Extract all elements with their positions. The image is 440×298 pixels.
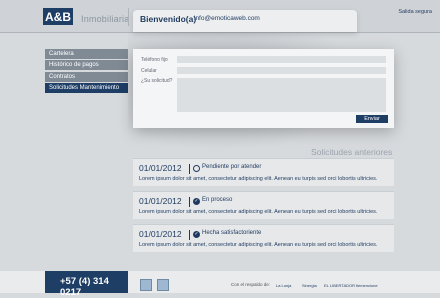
backed-by-label: Con el respaldo de: <box>231 282 271 287</box>
sponsor-logo-fiemencione: fiemencione <box>356 283 378 288</box>
sponsor-logo-lonja: La Lonja <box>276 283 292 288</box>
request-textarea[interactable] <box>177 78 386 112</box>
phone-field[interactable] <box>177 56 386 63</box>
welcome-panel: Bienvenido(a) info@emoticaweb.com <box>133 10 357 32</box>
request-status: Hecha satisfactoriente <box>202 230 262 236</box>
phone-box: +57 (4) 314 0217 <box>45 271 128 298</box>
previous-requests-title: Solicitudes anteriores <box>311 147 393 157</box>
divider <box>189 197 190 207</box>
done-icon: ✓ <box>193 231 200 238</box>
twitter-icon[interactable] <box>157 279 169 291</box>
sidebar-menu: Cartelera Histórico de pagos Contratos S… <box>45 49 128 94</box>
request-card: 01/01/2012 ✓ En proceso Lorem ipsum dolo… <box>133 191 394 219</box>
mobile-label: Celular <box>141 68 157 74</box>
sponsor-logo-sinergia: Sinergia <box>302 283 317 288</box>
request-status: Pendiente por atender <box>202 164 262 170</box>
brand-name: Inmobiliaria <box>81 14 130 24</box>
header-separator <box>128 8 129 26</box>
sidebar-item-historico[interactable]: Histórico de pagos <box>45 60 128 71</box>
facebook-icon[interactable] <box>140 279 152 291</box>
logout-link[interactable]: Salida segura <box>398 9 432 15</box>
request-date: 01/01/2012 <box>139 229 182 239</box>
sidebar-item-solicitudes[interactable]: Solicitudes Mantenimiento <box>45 82 128 93</box>
send-button[interactable]: Enviar <box>356 115 388 123</box>
sidebar-item-cartelera[interactable]: Cartelera <box>45 49 128 59</box>
svg-text:A&B: A&B <box>45 10 71 24</box>
request-label: ¿Su solicitud? <box>141 78 173 84</box>
user-email: info@emoticaweb.com <box>194 15 260 22</box>
mobile-field[interactable] <box>177 67 386 74</box>
request-card: 01/01/2012 ✓ Hecha satisfactoriente Lore… <box>133 224 394 252</box>
welcome-text: Bienvenido(a) <box>140 14 197 24</box>
request-date: 01/01/2012 <box>139 196 182 206</box>
request-description: Lorem ipsum dolor sit amet, consectetur … <box>139 242 378 248</box>
request-description: Lorem ipsum dolor sit amet, consectetur … <box>139 176 378 182</box>
sidebar-item-contratos[interactable]: Contratos <box>45 71 128 82</box>
phone-label: Teléfono fijo <box>141 57 168 63</box>
contact-phone: +57 (4) 314 0217 <box>60 276 109 298</box>
request-date: 01/01/2012 <box>139 163 182 173</box>
request-form: Teléfono fijo Celular ¿Su solicitud? Env… <box>133 49 394 128</box>
divider <box>189 164 190 174</box>
request-description: Lorem ipsum dolor sit amet, consectetur … <box>139 209 378 215</box>
company-logo: A&B <box>43 8 73 25</box>
request-status: En proceso <box>202 197 233 203</box>
request-card: 01/01/2012 Pendiente por atender Lorem i… <box>133 158 394 186</box>
in-progress-icon: ✓ <box>193 198 200 205</box>
sponsor-logo-libertador: EL LIBERTADOR <box>324 283 356 288</box>
pending-icon <box>193 165 200 172</box>
divider <box>189 230 190 240</box>
